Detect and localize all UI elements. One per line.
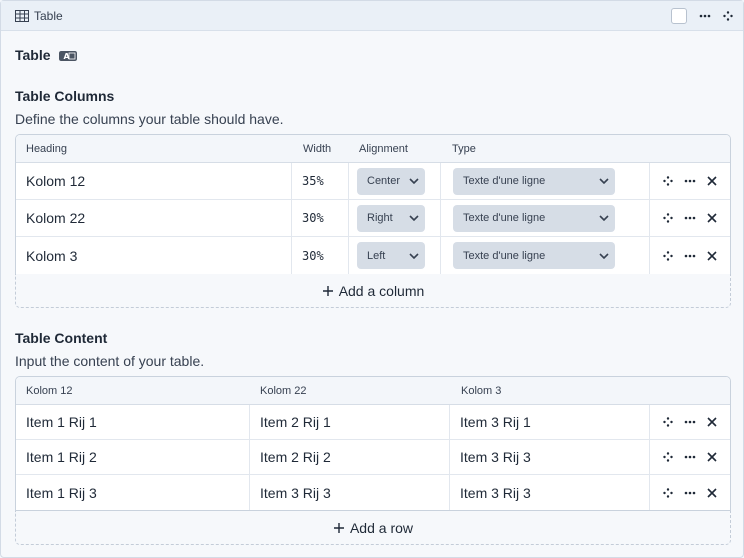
content-section-title: Table Content [15, 330, 108, 346]
block-title: Table [34, 8, 63, 23]
column-width-input[interactable]: 30% [292, 237, 349, 274]
select-block-checkbox[interactable] [671, 7, 687, 24]
alignment-select[interactable]: Center [357, 167, 425, 195]
content-row: Item 1 Rij 1 Item 2 Rij 1 Item 3 Rij 1 [16, 405, 730, 440]
row-actions [650, 405, 730, 439]
columns-table: Heading Width Alignment Type Kolom 12 35… [15, 134, 731, 275]
alignment-column-header: Alignment [359, 142, 408, 155]
content-cell-input[interactable]: Item 1 Rij 3 [16, 475, 250, 510]
drag-handle-icon[interactable] [663, 176, 674, 186]
content-cell-input[interactable]: Item 2 Rij 2 [250, 440, 450, 474]
add-row-button[interactable]: Add a row [15, 511, 731, 545]
close-icon[interactable] [707, 213, 717, 223]
field-type-badge-icon: A [58, 51, 77, 62]
content-table: Kolom 12 Kolom 22 Kolom 3 Item 1 Rij 1 I… [15, 376, 731, 511]
row-actions [650, 237, 730, 274]
drag-handle-icon[interactable] [723, 10, 733, 21]
alignment-select[interactable]: Right [357, 204, 425, 232]
plus-icon [322, 285, 333, 296]
ellipsis-icon[interactable] [684, 455, 696, 459]
type-select[interactable]: Texte d'une ligne [453, 204, 615, 232]
block-header: Table [1, 1, 743, 31]
column-row: Kolom 22 30% Right Texte d'une ligne [16, 200, 730, 237]
close-icon[interactable] [707, 452, 717, 462]
content-row: Item 1 Rij 2 Item 2 Rij 2 Item 3 Rij 3 [16, 440, 730, 475]
column-heading-input[interactable]: Kolom 3 [16, 237, 292, 274]
column-width-input[interactable]: 35% [292, 163, 349, 199]
heading-column-header: Heading [26, 142, 67, 155]
content-column-header: Kolom 22 [260, 384, 307, 397]
ellipsis-icon[interactable] [684, 491, 696, 495]
chevron-down-icon [409, 215, 419, 221]
block-label: Table A [15, 47, 77, 63]
type-column-header: Type [452, 142, 476, 155]
content-cell-input[interactable]: Item 3 Rij 3 [450, 440, 650, 474]
content-cell-input[interactable]: Item 2 Rij 1 [250, 405, 450, 439]
close-icon[interactable] [707, 487, 717, 498]
content-column-header: Kolom 3 [461, 384, 502, 397]
type-select[interactable]: Texte d'une ligne [453, 167, 615, 195]
content-cell-input[interactable]: Item 3 Rij 3 [250, 475, 450, 510]
header-actions [671, 7, 733, 24]
ellipsis-icon[interactable] [684, 216, 696, 220]
drag-handle-icon[interactable] [663, 250, 674, 261]
drag-handle-icon[interactable] [663, 417, 674, 427]
column-heading-input[interactable]: Kolom 12 [16, 163, 292, 199]
close-icon[interactable] [707, 417, 717, 427]
content-cell-input[interactable]: Item 1 Rij 2 [16, 440, 250, 474]
chevron-down-icon [599, 215, 609, 221]
drag-handle-icon[interactable] [663, 487, 674, 498]
column-width-input[interactable]: 30% [292, 200, 349, 236]
drag-handle-icon[interactable] [663, 452, 674, 462]
table-grid-icon [15, 9, 29, 22]
content-column-header: Kolom 12 [26, 384, 73, 397]
row-actions [650, 200, 730, 236]
close-icon[interactable] [707, 250, 717, 261]
close-icon[interactable] [707, 176, 717, 186]
column-heading-input[interactable]: Kolom 22 [16, 200, 292, 236]
content-row: Item 1 Rij 3 Item 3 Rij 3 Item 3 Rij 3 [16, 475, 730, 510]
chevron-down-icon [409, 252, 419, 259]
plus-icon [333, 522, 344, 533]
content-section-description: Input the content of your table. [15, 353, 205, 369]
content-table-header: Kolom 12 Kolom 22 Kolom 3 [16, 377, 730, 405]
ellipsis-icon[interactable] [684, 179, 696, 183]
chevron-down-icon [599, 252, 609, 259]
alignment-select[interactable]: Left [357, 242, 425, 269]
row-actions [650, 475, 730, 510]
ellipsis-icon[interactable] [684, 420, 696, 424]
ellipsis-icon[interactable] [684, 254, 696, 258]
table-block-panel: Table Table A Table Columns Define the c… [0, 0, 744, 558]
type-select[interactable]: Texte d'une ligne [453, 242, 615, 269]
row-actions [650, 163, 730, 199]
content-cell-input[interactable]: Item 3 Rij 3 [450, 475, 650, 510]
add-column-button[interactable]: Add a column [15, 274, 731, 308]
width-column-header: Width [303, 142, 332, 155]
column-row: Kolom 12 35% Center Texte d'une ligne [16, 163, 730, 200]
chevron-down-icon [599, 178, 609, 184]
content-cell-input[interactable]: Item 3 Rij 1 [450, 405, 650, 439]
content-cell-input[interactable]: Item 1 Rij 1 [16, 405, 250, 439]
columns-section-description: Define the columns your table should hav… [15, 111, 284, 127]
drag-handle-icon[interactable] [663, 213, 674, 223]
ellipsis-icon[interactable] [699, 14, 711, 18]
column-row: Kolom 3 30% Left Texte d'une ligne [16, 237, 730, 274]
chevron-down-icon [409, 178, 419, 184]
columns-section-title: Table Columns [15, 88, 115, 104]
columns-table-header: Heading Width Alignment Type [16, 135, 730, 163]
row-actions [650, 440, 730, 474]
